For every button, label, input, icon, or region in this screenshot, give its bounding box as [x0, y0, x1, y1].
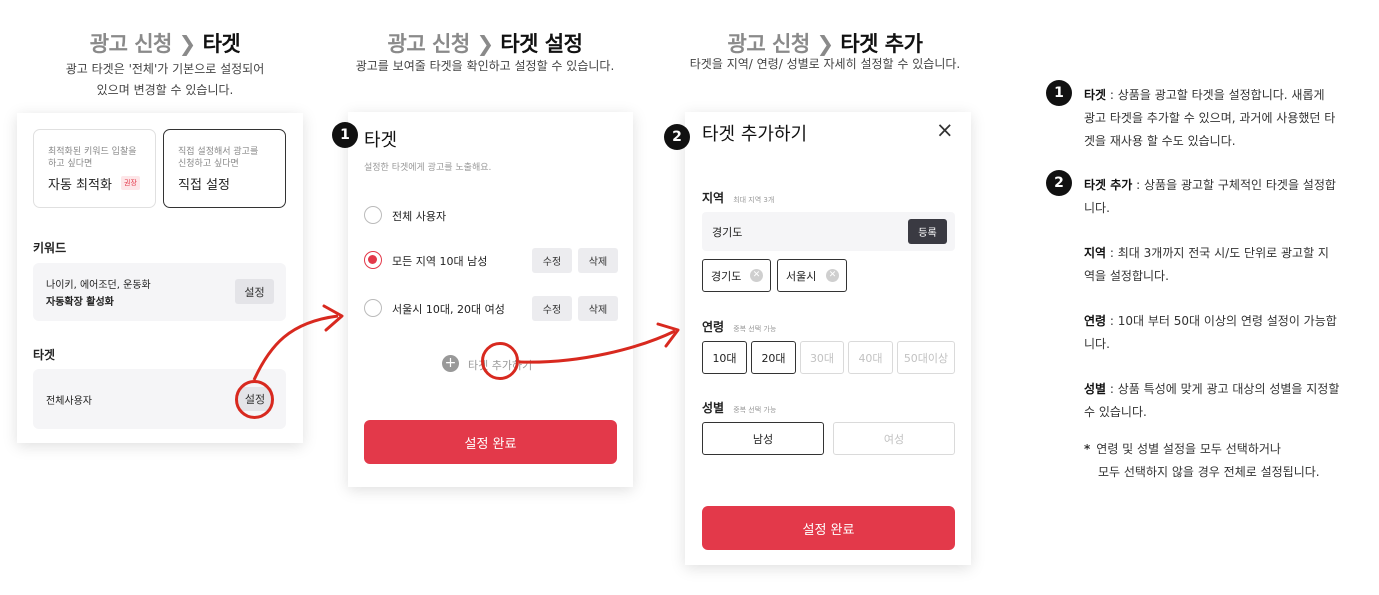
note2-line1-text: : 상품을 광고할 구체적인 타겟을 설정합 [1132, 178, 1336, 192]
note2-line2: 니다. [1084, 201, 1110, 215]
note-region-line2: 역을 설정합니다. [1084, 269, 1169, 283]
note-gender-line1-text: : 상품 특성에 맞게 광고 대상의 성별을 지정할 [1106, 382, 1340, 396]
note1: 타겟 : 상품을 광고할 타겟을 설정합니다. 새롭게 광고 타겟을 추가할 수… [1084, 84, 1369, 153]
note2-line1: 타겟 추가 : 상품을 광고할 구체적인 타겟을 설정합 [1084, 174, 1369, 197]
footnote-line1: * 연령 및 성별 설정을 모두 선택하거나 [1084, 438, 1369, 461]
footnote-line1-text: 연령 및 성별 설정을 모두 선택하거나 [1096, 442, 1281, 456]
note2: 타겟 추가 : 상품을 광고할 구체적인 타겟을 설정합 니다. [1084, 174, 1369, 220]
note1-line2: 광고 타겟을 추가할 수 있으며, 과거에 사용했던 타 [1084, 111, 1336, 125]
note-age-line1: 연령 : 10대 부터 50대 이상의 연령 설정이 가능합 [1084, 310, 1369, 333]
note-region-line1: 지역 : 최대 3개까지 전국 시/도 단위로 광고할 지 [1084, 242, 1369, 265]
note1-title: 타겟 [1084, 88, 1107, 102]
note-gender-line2: 수 있습니다. [1084, 405, 1147, 419]
arrow-to-panel3 [518, 329, 676, 364]
note-age: 연령 : 10대 부터 50대 이상의 연령 설정이 가능합 니다. [1084, 310, 1369, 356]
note1-badge: 1 [1046, 80, 1072, 106]
note1-line3: 겟을 재사용 할 수도 있습니다. [1084, 134, 1236, 148]
footnote-line2: 모두 선택하지 않을 경우 전체로 설정됩니다. [1098, 465, 1320, 479]
note1-line1-text: : 상품을 광고할 타겟을 설정합니다. 새롭게 [1106, 88, 1325, 102]
note-gender-title: 성별 [1084, 382, 1107, 396]
note2-badge: 2 [1046, 170, 1072, 196]
note-region-title: 지역 [1084, 246, 1107, 260]
note-age-line1-text: : 10대 부터 50대 이상의 연령 설정이 가능합 [1106, 314, 1337, 328]
note1-line1: 타겟 : 상품을 광고할 타겟을 설정합니다. 새롭게 [1084, 84, 1369, 107]
note-age-line2: 니다. [1084, 337, 1110, 351]
note-region: 지역 : 최대 3개까지 전국 시/도 단위로 광고할 지 역을 설정합니다. [1084, 242, 1369, 288]
note2-title: 타겟 추가 [1084, 178, 1133, 192]
note-region-line1-text: : 최대 3개까지 전국 시/도 단위로 광고할 지 [1106, 246, 1329, 260]
arrow-to-panel2 [252, 314, 339, 381]
note-gender: 성별 : 상품 특성에 맞게 광고 대상의 성별을 지정할 수 있습니다. [1084, 378, 1369, 424]
note-gender-line1: 성별 : 상품 특성에 맞게 광고 대상의 성별을 지정할 [1084, 378, 1369, 401]
note-footnote: * 연령 및 성별 설정을 모두 선택하거나 모두 선택하지 않을 경우 전체로 … [1084, 438, 1369, 484]
note-age-title: 연령 [1084, 314, 1107, 328]
footnote-star: * [1084, 442, 1091, 456]
